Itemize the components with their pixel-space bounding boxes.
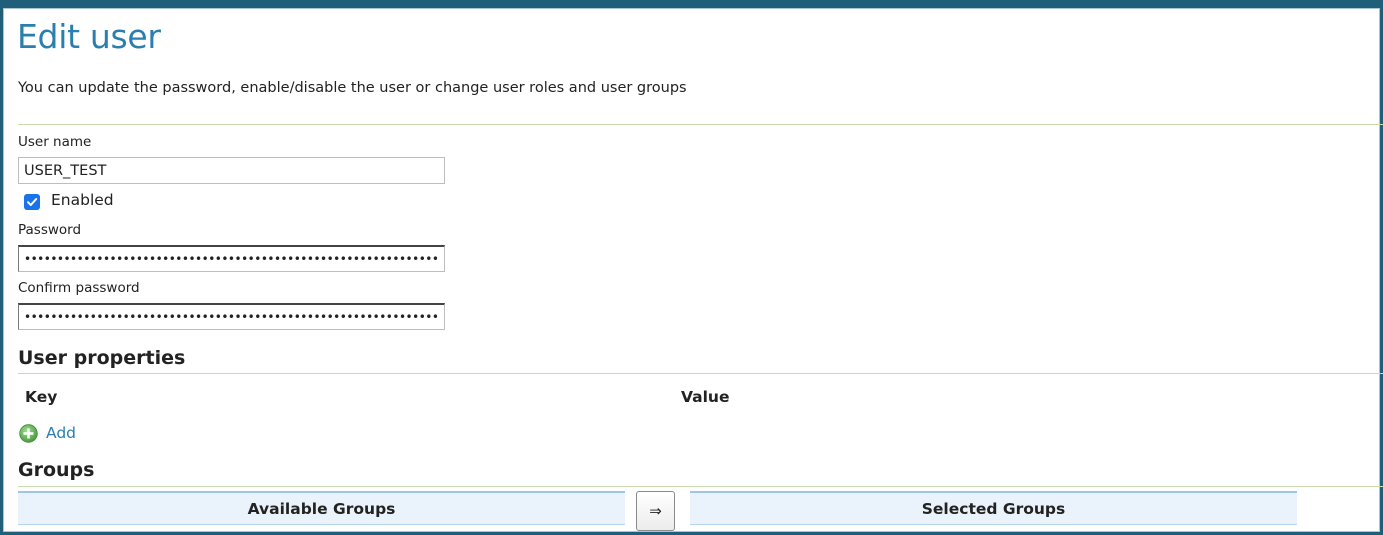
move-to-selected-button[interactable]: ⇒: [636, 491, 675, 531]
confirm-password-label: Confirm password: [18, 280, 140, 296]
divider: [18, 373, 1383, 374]
add-property-link[interactable]: Add: [19, 423, 76, 443]
page-title: Edit user: [17, 17, 161, 56]
username-label: User name: [18, 134, 92, 150]
password-label: Password: [18, 222, 82, 238]
confirm-password-field[interactable]: [18, 303, 445, 330]
groups-heading: Groups: [18, 459, 95, 481]
key-column-header: Key: [25, 388, 58, 406]
divider: [18, 486, 1383, 487]
add-circle-icon: [19, 423, 38, 443]
page-subtitle: You can update the password, enable/disa…: [18, 80, 687, 96]
enabled-label: Enabled: [51, 191, 114, 209]
selected-groups-label: Selected Groups: [921, 499, 1066, 518]
add-label: Add: [46, 424, 77, 442]
user-properties-heading: User properties: [18, 347, 186, 369]
password-field[interactable]: [18, 245, 445, 272]
username-field[interactable]: [18, 157, 445, 184]
divider: [18, 124, 1383, 125]
value-column-header: Value: [681, 388, 730, 406]
selected-groups-header: Selected Groups: [690, 491, 1297, 525]
available-groups-header: Available Groups: [18, 491, 625, 525]
checkmark-icon: [27, 198, 38, 206]
available-groups-label: Available Groups: [247, 499, 396, 518]
enabled-checkbox[interactable]: [24, 194, 40, 210]
